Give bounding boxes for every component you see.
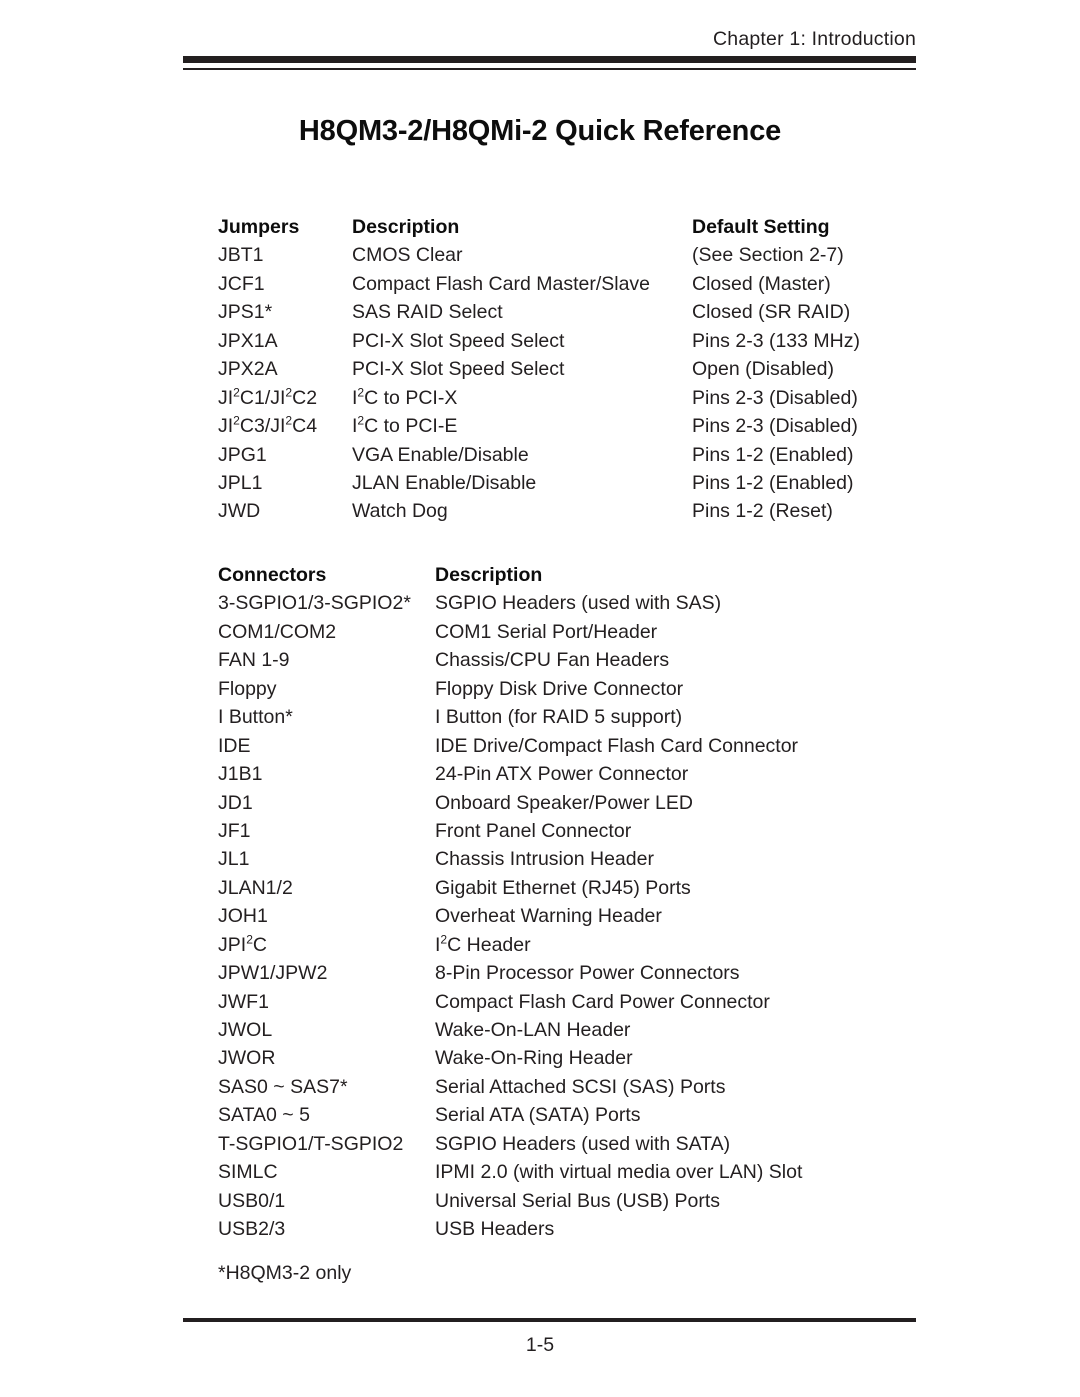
cell-connector: COM1/COM2 bbox=[218, 620, 337, 643]
cell-description: VGA Enable/Disable bbox=[352, 443, 529, 466]
cell-description: IDE Drive/Compact Flash Card Connector bbox=[435, 734, 799, 757]
cell-connector: SATA0 ~ 5 bbox=[218, 1104, 310, 1127]
cell-connector: JLAN1/2 bbox=[218, 876, 293, 899]
document-page: Chapter 1: Introduction H8QM3-2/H8QMi-2 … bbox=[0, 0, 1080, 1397]
cell-connector: JPI2C bbox=[218, 932, 267, 956]
cell-connector: JL1 bbox=[218, 848, 250, 871]
cell-connector: I Button* bbox=[218, 706, 293, 729]
cell-description: Front Panel Connector bbox=[435, 819, 632, 842]
column-header-default: Default Setting bbox=[692, 216, 830, 238]
cell-connector: SAS0 ~ SAS7* bbox=[218, 1075, 348, 1098]
column-header-description: Description bbox=[352, 216, 460, 238]
cell-default: Open (Disabled) bbox=[692, 358, 834, 381]
cell-default: (See Section 2-7) bbox=[692, 244, 844, 267]
page-title: H8QM3-2/H8QMi-2 Quick Reference bbox=[298, 115, 782, 148]
cell-jumper: JPG1 bbox=[218, 443, 267, 466]
cell-description: I2C Header bbox=[435, 932, 531, 956]
cell-connector: JWF1 bbox=[218, 990, 269, 1013]
cell-description: Compact Flash Card Master/Slave bbox=[352, 272, 651, 295]
cell-connector: Floppy bbox=[218, 677, 277, 700]
cell-connector: JPW1/JPW2 bbox=[218, 962, 328, 985]
cell-connector: SIMLC bbox=[218, 1161, 278, 1184]
cell-description: Compact Flash Card Power Connector bbox=[435, 990, 770, 1013]
cell-connector: JF1 bbox=[218, 819, 251, 842]
cell-description: Serial ATA (SATA) Ports bbox=[435, 1104, 641, 1127]
cell-connector: FAN 1-9 bbox=[218, 649, 290, 672]
column-header-jumper: Jumpers bbox=[218, 216, 300, 238]
cell-connector: USB2/3 bbox=[218, 1218, 286, 1241]
cell-connector: IDE bbox=[218, 734, 251, 757]
cell-default: Pins 1-2 (Enabled) bbox=[692, 471, 854, 494]
cell-jumper: JI2C3/JI2C4 bbox=[218, 413, 318, 438]
cell-description: SGPIO Headers (used with SATA) bbox=[435, 1132, 731, 1155]
running-head: Chapter 1: Introduction bbox=[713, 28, 916, 50]
cell-description: IPMI 2.0 (with virtual media over LAN) S… bbox=[435, 1161, 803, 1184]
cell-jumper: JPX1A bbox=[218, 329, 278, 352]
column-header-connector: Connectors bbox=[218, 564, 327, 586]
header-rule-thin bbox=[183, 68, 916, 70]
cell-connector: 3-SGPIO1/3-SGPIO2* bbox=[218, 592, 411, 615]
cell-description: Chassis/CPU Fan Headers bbox=[435, 649, 670, 672]
cell-default: Pins 2-3 (133 MHz) bbox=[692, 329, 860, 352]
cell-description: PCI-X Slot Speed Select bbox=[352, 329, 565, 352]
cell-description: Wake-On-Ring Header bbox=[435, 1047, 633, 1070]
cell-jumper: JI2C1/JI2C2 bbox=[218, 385, 318, 409]
cell-jumper: JBT1 bbox=[218, 244, 264, 267]
cell-connector: USB0/1 bbox=[218, 1189, 286, 1212]
cell-description: USB Headers bbox=[435, 1218, 555, 1241]
cell-description: Wake-On-LAN Header bbox=[435, 1019, 631, 1041]
cell-connector: JOH1 bbox=[218, 905, 268, 928]
cell-description: 24-Pin ATX Power Connector bbox=[435, 763, 689, 786]
cell-description: Universal Serial Bus (USB) Ports bbox=[435, 1189, 720, 1212]
cell-description: Floppy Disk Drive Connector bbox=[435, 677, 684, 700]
cell-connector: JWOL bbox=[218, 1019, 273, 1041]
cell-description: CMOS Clear bbox=[352, 244, 463, 267]
cell-jumper: JPL1 bbox=[218, 471, 263, 494]
cell-description: Chassis Intrusion Header bbox=[435, 848, 654, 871]
cell-description: I2C to PCI-E bbox=[352, 413, 458, 438]
cell-default: Closed (SR RAID) bbox=[692, 301, 851, 324]
cell-description: SGPIO Headers (used with SAS) bbox=[435, 592, 722, 615]
cell-description: Serial Attached SCSI (SAS) Ports bbox=[435, 1075, 726, 1098]
footer-rule bbox=[183, 1318, 916, 1322]
cell-description: Overheat Warning Header bbox=[435, 905, 662, 928]
column-header-description: Description bbox=[435, 564, 543, 586]
cell-description: I2C to PCI-X bbox=[352, 385, 458, 409]
cell-jumper: JPS1* bbox=[218, 301, 273, 324]
cell-jumper: JPX2A bbox=[218, 358, 278, 381]
cell-description: JLAN Enable/Disable bbox=[352, 471, 537, 494]
cell-description: PCI-X Slot Speed Select bbox=[352, 358, 565, 381]
cell-description: Onboard Speaker/Power LED bbox=[435, 791, 693, 814]
cell-default: Pins 2-3 (Disabled) bbox=[692, 386, 858, 409]
cell-connector: JD1 bbox=[218, 791, 253, 814]
cell-description: COM1 Serial Port/Header bbox=[435, 620, 658, 643]
cell-default: Pins 1-2 (Enabled) bbox=[692, 443, 854, 466]
cell-description: Gigabit Ethernet (RJ45) Ports bbox=[435, 876, 691, 899]
cell-connector: JWOR bbox=[218, 1047, 276, 1070]
cell-description: 8-Pin Processor Power Connectors bbox=[435, 962, 740, 985]
cell-description: SAS RAID Select bbox=[352, 301, 503, 324]
page-number: 1-5 bbox=[525, 1334, 555, 1356]
cell-default: Pins 2-3 (Disabled) bbox=[692, 415, 858, 438]
cell-connector: T-SGPIO1/T-SGPIO2 bbox=[218, 1132, 404, 1155]
cell-jumper: JCF1 bbox=[218, 272, 265, 295]
cell-default: Pins 1-2 (Reset) bbox=[692, 500, 833, 523]
cell-description: Watch Dog bbox=[352, 500, 448, 523]
cell-connector: J1B1 bbox=[218, 763, 263, 786]
footnote: *H8QM3-2 only bbox=[218, 1262, 352, 1284]
cell-default: Closed (Master) bbox=[692, 272, 831, 295]
header-rule-thick bbox=[183, 56, 916, 63]
cell-jumper: JWD bbox=[218, 500, 261, 523]
cell-description: I Button (for RAID 5 support) bbox=[435, 706, 683, 729]
